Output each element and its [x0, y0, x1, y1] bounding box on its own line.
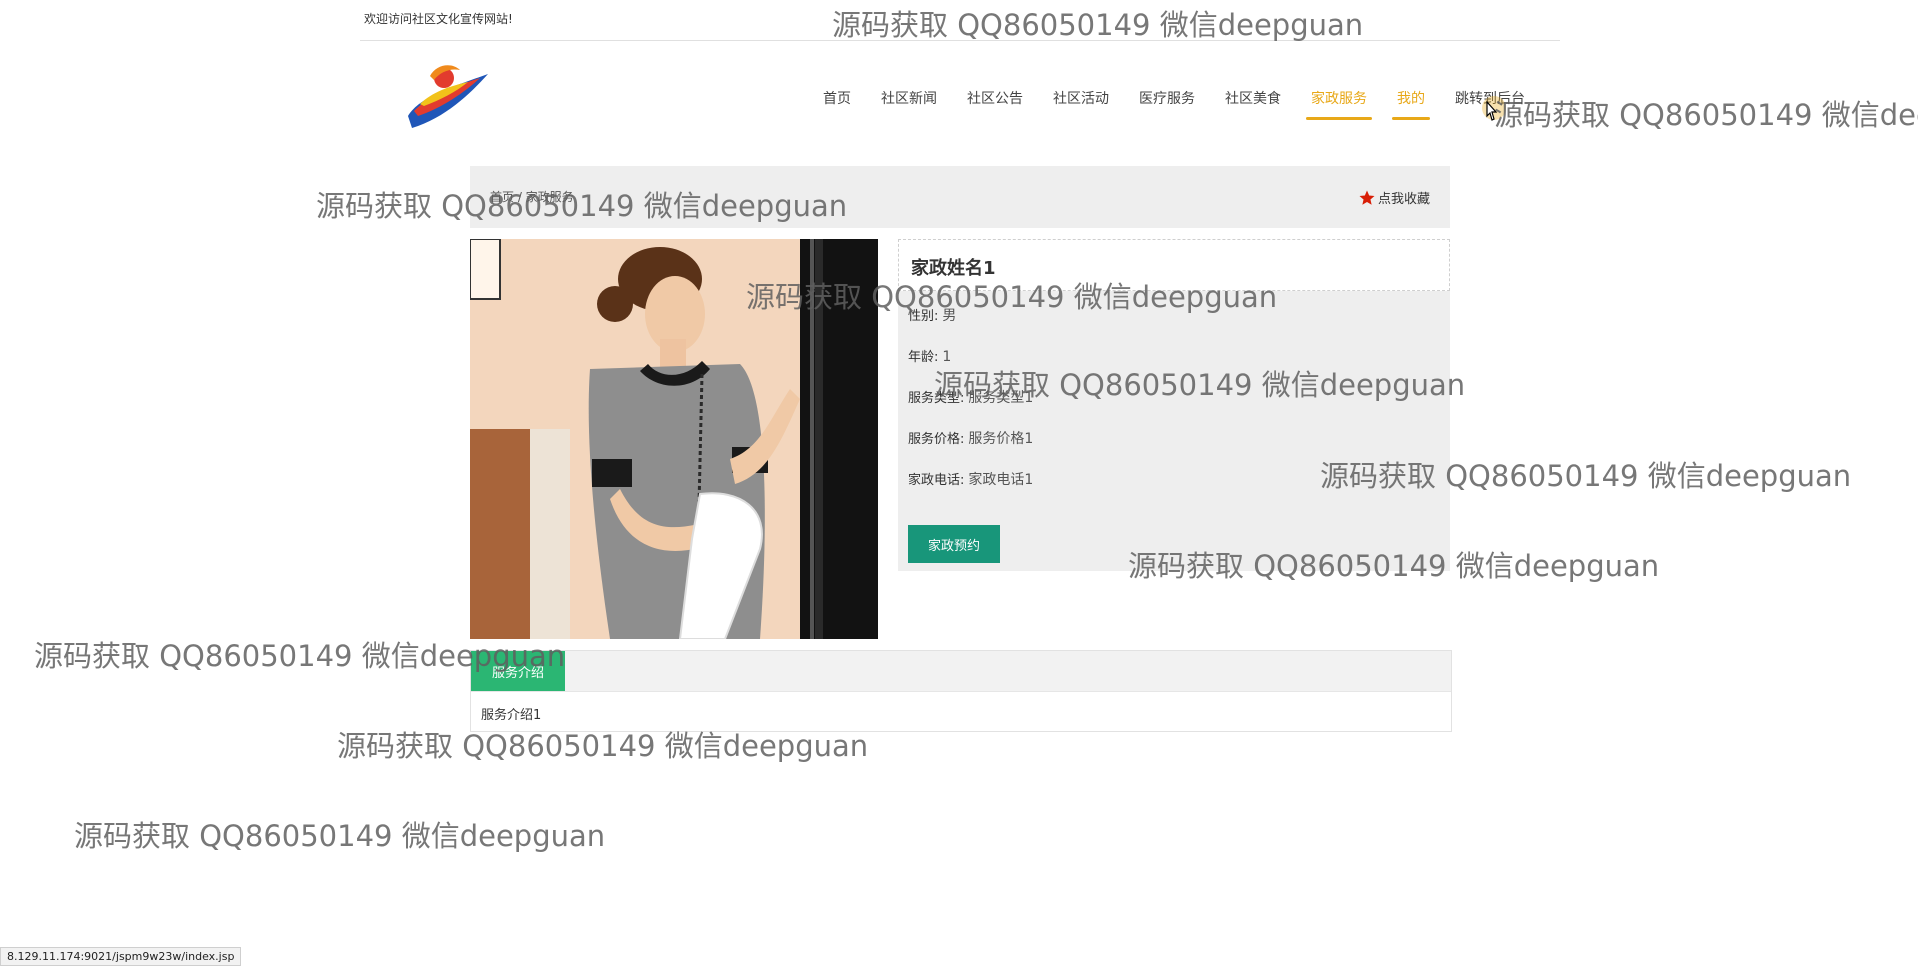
tab-service-intro[interactable]: 服务介绍 [471, 651, 565, 691]
service-intro-content: 服务介绍1 [481, 708, 542, 723]
housekeeper-name: 家政姓名1 [911, 258, 996, 279]
breadcrumb-bar: 首页 / 家政服务 点我收藏 [470, 166, 1450, 228]
age-row: 年龄: 1 [908, 349, 952, 365]
nav-community-food[interactable]: 社区美食 [1210, 88, 1296, 120]
intro-tab-box: 服务介绍 服务介绍1 [470, 650, 1452, 732]
star-icon [1359, 190, 1375, 205]
watermark: 源码获取 QQ86050149 微信deepguan [74, 819, 606, 853]
top-bar: 欢迎访问社区文化宣传网站! [360, 0, 1560, 41]
nav-community-news[interactable]: 社区新闻 [866, 88, 952, 120]
gender-row: 性别: 男 [908, 308, 957, 324]
favorite-label: 点我收藏 [1377, 192, 1430, 207]
tab-header: 服务介绍 [471, 651, 1451, 692]
detail-panel: 家政姓名1 性别: 男 年龄: 1 服务类型: 服务类型1 服务价格: 服务价格1 家政… [898, 239, 1450, 571]
welcome-text: 欢迎访问社区文化宣传网站! [364, 12, 513, 26]
service-price-row: 服务价格: 服务价格1 [908, 431, 1034, 447]
detail-title-box: 家政姓名1 [898, 239, 1450, 291]
service-type-row: 服务类型: 服务类型1 [908, 390, 1034, 406]
nav-home[interactable]: 首页 [808, 88, 866, 120]
book-service-button[interactable]: 家政预约 [908, 525, 1000, 563]
nav-medical-service[interactable]: 医疗服务 [1124, 88, 1210, 120]
favorite-button[interactable]: 点我收藏 [1358, 188, 1430, 207]
nav-community-notice[interactable]: 社区公告 [952, 88, 1038, 120]
main-nav: 首页 社区新闻 社区公告 社区活动 医疗服务 社区美食 家政服务 我的 跳转到后… [808, 88, 1540, 120]
nav-community-activity[interactable]: 社区活动 [1038, 88, 1124, 120]
site-logo[interactable] [400, 56, 495, 136]
nav-housekeeping[interactable]: 家政服务 [1296, 88, 1382, 120]
mouse-pointer-icon [1486, 100, 1498, 121]
status-bar-url: 8.129.11.174:9021/jspm9w23w/index.jsp [0, 947, 242, 966]
nav-mine[interactable]: 我的 [1382, 88, 1440, 120]
header: 首页 社区新闻 社区公告 社区活动 医疗服务 社区美食 家政服务 我的 跳转到后… [360, 42, 1560, 152]
phone-row: 家政电话: 家政电话1 [908, 472, 1034, 488]
breadcrumb: 首页 / 家政服务 [490, 190, 574, 204]
housekeeper-photo [470, 239, 878, 639]
